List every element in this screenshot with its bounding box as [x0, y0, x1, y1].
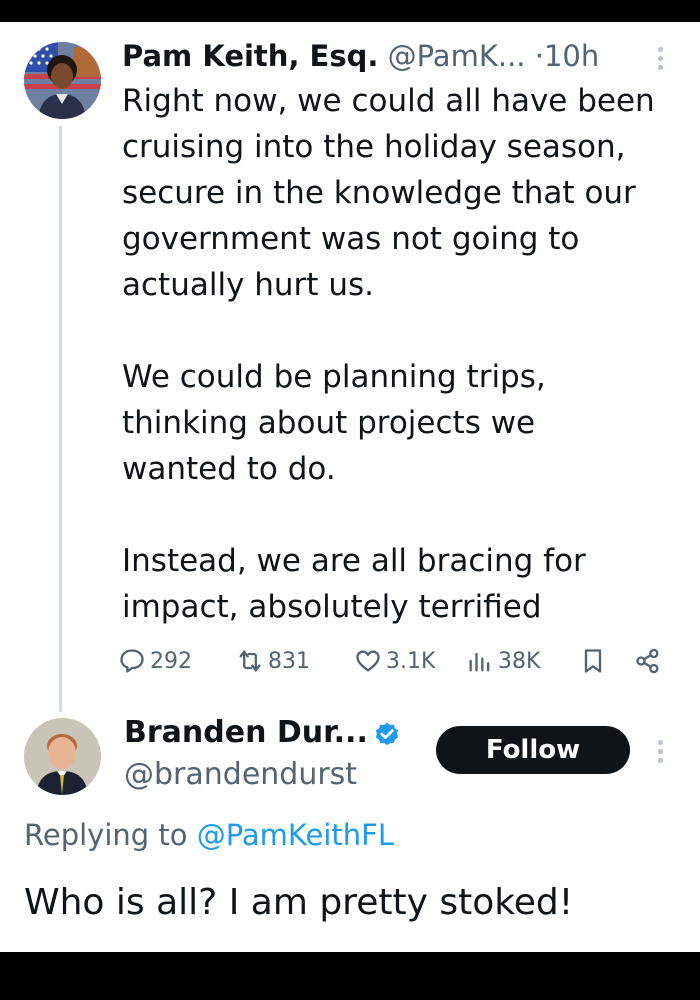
share-button[interactable] — [634, 640, 662, 682]
branden-durst-avatar[interactable] — [24, 718, 101, 795]
tweet1-action-bar: 292 831 3.1K 38K — [118, 640, 668, 682]
tweet1-author-name[interactable]: Pam Keith, Esq. — [122, 39, 378, 73]
tweet1-line: thinking about projects we — [122, 405, 536, 441]
bookmark-icon — [584, 649, 602, 673]
tweet1-line: Instead, we are all bracing for — [122, 543, 586, 579]
tweet1-line: impact, absolutely terrified — [122, 589, 542, 625]
tweet1-paragraph: Right now, we could all have been cruisi… — [122, 78, 682, 308]
tweet1-line: cruising into the holiday season, — [122, 129, 626, 165]
repost-icon — [239, 650, 261, 672]
share-icon — [636, 648, 659, 674]
tweet1-line: actually hurt us. — [122, 267, 374, 303]
tweet2-author-name[interactable]: Branden Dur... — [124, 712, 368, 754]
replying-to-line: Replying to @PamKeithFL — [24, 815, 394, 855]
tweet1-line: government was not going to — [122, 221, 580, 257]
tweet1-separator: · — [534, 39, 544, 73]
like-count: 3.1K — [386, 648, 436, 674]
status-bar — [0, 0, 700, 22]
views-icon — [469, 652, 490, 672]
tweet1-author-handle[interactable]: @PamK... — [388, 39, 526, 73]
like-button[interactable]: 3.1K — [354, 640, 435, 682]
tweet1-line: wanted to do. — [122, 451, 336, 487]
tweet1-line: Right now, we could all have been — [122, 83, 655, 119]
pam-keith-avatar[interactable] — [24, 42, 101, 119]
tweet2-author-handle[interactable]: @brandendurst — [124, 754, 357, 796]
tweet1-paragraph: Instead, we are all bracing for impact, … — [122, 538, 682, 630]
reply-count: 292 — [150, 648, 192, 674]
tweet1-line: We could be planning trips, — [122, 359, 546, 395]
follow-button[interactable]: Follow — [436, 726, 630, 774]
thread-connector-line — [59, 126, 62, 712]
tweet1-text: Right now, we could all have been cruisi… — [122, 78, 682, 630]
tweet1-paragraph: We could be planning trips, thinking abo… — [122, 354, 682, 492]
views-count: 38K — [498, 648, 541, 674]
tweet2-more-icon[interactable] — [656, 740, 664, 763]
tweet1-timestamp[interactable]: 10h — [544, 39, 599, 73]
repost-count: 831 — [268, 648, 310, 674]
reply-button[interactable]: 292 — [118, 640, 192, 682]
bookmark-button[interactable] — [579, 640, 607, 682]
reply-icon — [120, 649, 144, 673]
tweet1-header: Pam Keith, Esq. @PamK... ·10h — [122, 36, 599, 76]
tweet2-text: Who is all? I am pretty stoked! — [24, 882, 574, 923]
replying-to-prefix: Replying to — [24, 818, 197, 852]
like-icon — [356, 650, 380, 672]
tweet1-line: secure in the knowledge that our — [122, 175, 636, 211]
tweet1-more-icon[interactable] — [656, 47, 664, 70]
bottom-bar — [0, 952, 700, 1000]
views-button[interactable]: 38K — [466, 640, 540, 682]
replying-to-mention[interactable]: @PamKeithFL — [197, 818, 394, 852]
repost-button[interactable]: 831 — [236, 640, 310, 682]
verified-badge-icon — [375, 722, 399, 746]
